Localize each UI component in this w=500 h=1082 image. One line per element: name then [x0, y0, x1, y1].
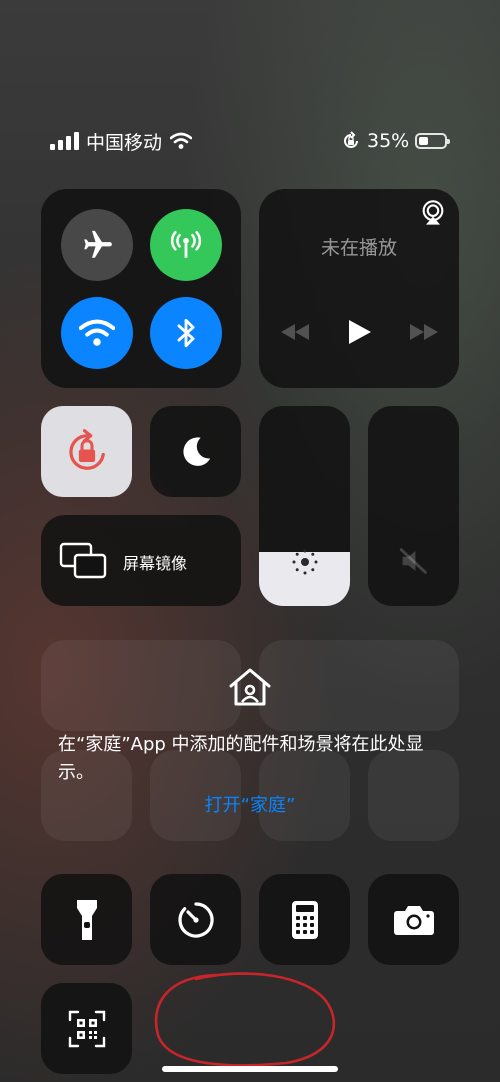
- calculator-button[interactable]: [259, 874, 350, 965]
- home-indicator[interactable]: [162, 1066, 338, 1072]
- do-not-disturb-button[interactable]: [150, 406, 241, 497]
- brightness-sun-icon: [292, 549, 318, 575]
- home-placeholder-tile: [41, 640, 241, 731]
- cellular-antenna-icon: [170, 230, 202, 258]
- wifi-icon: [79, 319, 115, 346]
- qr-scanner-button[interactable]: [41, 983, 132, 1074]
- play-icon[interactable]: [347, 318, 373, 346]
- red-annotation-circle: [154, 972, 336, 1067]
- brightness-slider[interactable]: [259, 406, 350, 606]
- rotation-lock-icon: [68, 428, 105, 470]
- status-bar-right: 35%: [341, 128, 451, 154]
- rotation-lock-button[interactable]: [41, 406, 132, 497]
- home-placeholder-tile: [259, 640, 459, 731]
- battery-icon: [415, 133, 451, 149]
- home-empty-message: 在“家庭”App 中添加的配件和场景将在此处显示。: [58, 734, 424, 783]
- battery-level-fill: [419, 137, 428, 145]
- flashlight-icon: [76, 899, 97, 940]
- qr-code-icon: [68, 1010, 105, 1047]
- cellular-data-button[interactable]: [150, 209, 222, 281]
- screen-mirroring-icon: [59, 542, 107, 579]
- next-track-icon[interactable]: [408, 322, 440, 342]
- media-status: 未在播放: [320, 237, 397, 259]
- bluetooth-icon: [177, 318, 195, 348]
- carrier-name: 中国移动: [86, 131, 163, 154]
- screen-mirroring-button[interactable]: 屏幕镜像: [41, 515, 241, 606]
- media-player-tile[interactable]: 未在播放: [259, 189, 459, 388]
- speaker-muted-icon: [399, 548, 427, 574]
- signal-bars-icon: [50, 132, 79, 150]
- calculator-icon: [291, 900, 318, 939]
- volume-slider[interactable]: [368, 406, 459, 606]
- open-home-link[interactable]: 打开“家庭”: [0, 791, 500, 817]
- airplane-mode-button[interactable]: [61, 209, 133, 281]
- battery-percent: 35%: [367, 130, 410, 152]
- airplay-audio-icon[interactable]: [419, 199, 447, 227]
- camera-icon: [393, 905, 434, 935]
- camera-button[interactable]: [368, 874, 459, 965]
- previous-track-icon[interactable]: [279, 322, 311, 342]
- wifi-toggle-button[interactable]: [61, 297, 133, 369]
- screen-mirroring-label: 屏幕镜像: [123, 554, 188, 573]
- home-icon: [229, 668, 271, 706]
- status-bar-left: 中国移动: [50, 128, 193, 154]
- connectivity-tile: [41, 189, 241, 388]
- timer-button[interactable]: [150, 874, 241, 965]
- orientation-lock-status-icon: [344, 131, 358, 148]
- airplane-icon: [84, 230, 112, 258]
- bluetooth-toggle-button[interactable]: [150, 297, 222, 369]
- moon-icon: [182, 436, 210, 466]
- timer-icon: [177, 901, 214, 938]
- flashlight-button[interactable]: [41, 874, 132, 965]
- wifi-status-icon: [170, 132, 193, 149]
